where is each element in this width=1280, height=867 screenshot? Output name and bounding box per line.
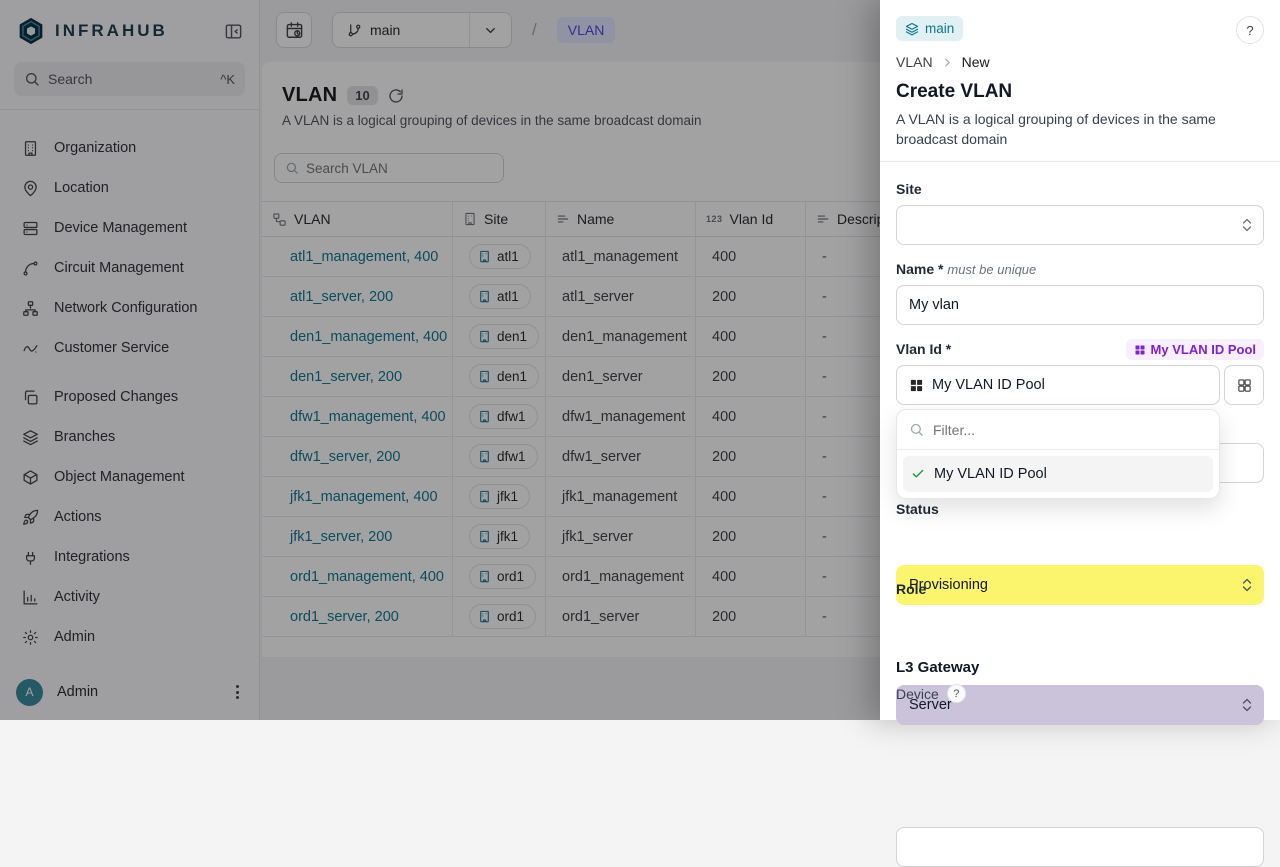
status-label: Status [896, 501, 1264, 517]
vlan-id-field[interactable]: My VLAN ID Pool [896, 365, 1220, 405]
drawer-breadcrumb: VLAN New [896, 54, 1264, 70]
grid-icon [909, 378, 924, 393]
help-button[interactable]: ? [1236, 16, 1264, 44]
drawer-divider [880, 161, 1280, 162]
grid-icon [1237, 378, 1252, 393]
name-hint: must be unique [947, 262, 1036, 277]
vlan-id-value: My VLAN ID Pool [932, 377, 1045, 393]
device-select[interactable] [896, 827, 1264, 867]
search-icon [909, 422, 924, 437]
dropdown-option-my-vlan-id-pool[interactable]: My VLAN ID Pool [903, 456, 1213, 492]
name-field-wrap [896, 285, 1264, 325]
pool-badge: My VLAN ID Pool [1126, 339, 1264, 360]
device-label-row: Device ? [896, 684, 1264, 703]
modal-overlay[interactable] [0, 0, 880, 720]
check-icon [911, 467, 925, 481]
layers-icon [905, 22, 919, 36]
branch-badge: main [896, 16, 963, 41]
chevron-up-down-icon [1241, 218, 1253, 233]
chevron-right-icon [941, 56, 954, 69]
create-vlan-drawer: main ? VLAN New Create VLAN A VLAN is a … [880, 0, 1280, 720]
drawer-description: A VLAN is a logical grouping of devices … [896, 109, 1264, 150]
breadcrumb-parent[interactable]: VLAN [896, 54, 933, 70]
breadcrumb-current: New [962, 54, 990, 70]
name-field[interactable] [909, 297, 1251, 313]
dropdown-filter[interactable] [897, 410, 1219, 450]
dropdown-filter-input[interactable] [933, 422, 1207, 438]
site-label: Site [896, 181, 1264, 197]
pool-picker-button[interactable] [1224, 365, 1264, 405]
grid-icon [1134, 344, 1146, 356]
device-help-icon[interactable]: ? [947, 684, 966, 703]
drawer-title: Create VLAN [896, 81, 1264, 103]
device-label: Device [896, 686, 939, 702]
pool-dropdown: My VLAN ID Pool [896, 409, 1220, 499]
role-label: Role [896, 581, 1264, 597]
name-label: Name * must be unique [896, 261, 1264, 277]
site-select[interactable] [896, 205, 1264, 245]
l3-gateway-heading: L3 Gateway [896, 659, 1264, 676]
